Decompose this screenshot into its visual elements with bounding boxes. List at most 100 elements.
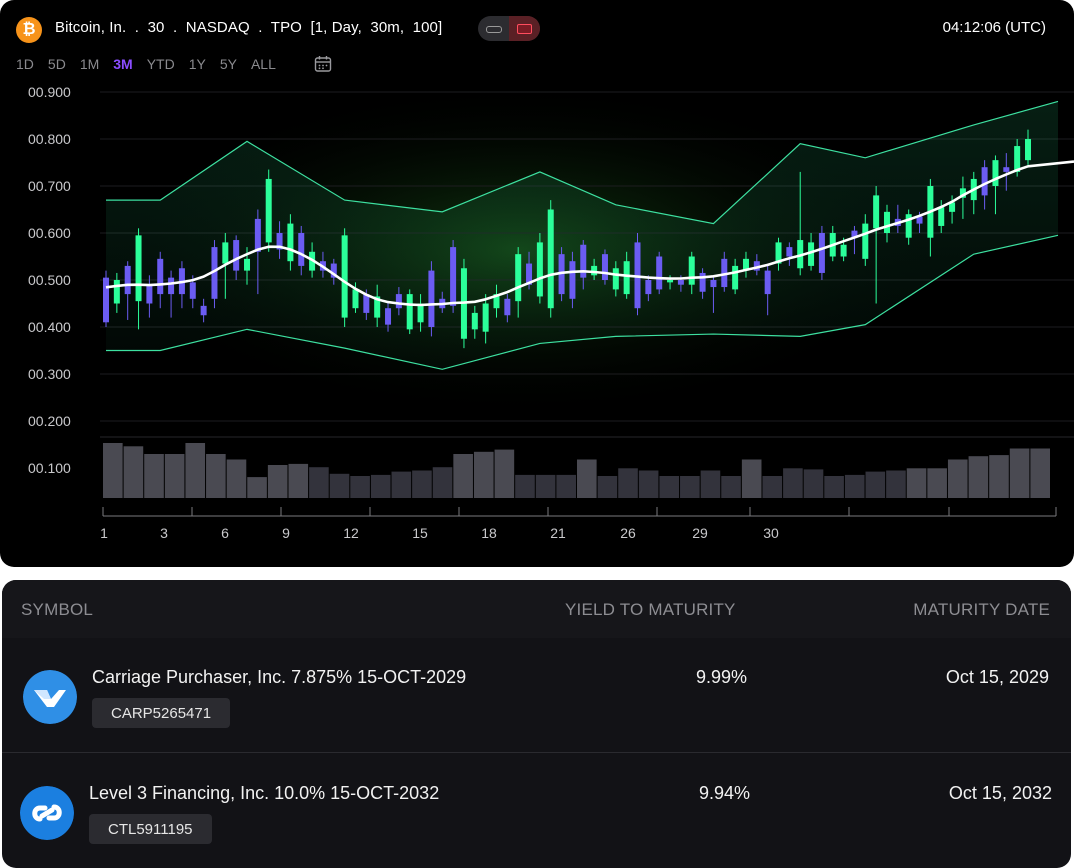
x-tick-label: 15: [412, 525, 428, 541]
x-tick-label: 1: [100, 525, 108, 541]
y-tick-label: 00.600: [28, 225, 71, 241]
chart-panel: 00.900 00.800 00.700 00.600 00.500 00.400 00.3…: [0, 0, 1074, 567]
minimize-icon[interactable]: [478, 16, 509, 41]
volume-bar: [103, 443, 123, 498]
x-tick-label: 30: [763, 525, 779, 541]
range-1y[interactable]: 1Y: [189, 56, 206, 76]
column-symbol[interactable]: SYMBOL: [21, 600, 93, 620]
candle-body: [135, 235, 142, 302]
range-ytd[interactable]: YTD: [147, 56, 175, 76]
candle-body: [569, 261, 576, 299]
table-row[interactable]: Level 3 Financing, Inc. 10.0% 15-OCT-203…: [2, 754, 1071, 868]
price-chart: 00.900 00.800 00.700 00.600 00.500 00.400 00.3…: [28, 80, 1074, 541]
y-tick-label: 00.700: [28, 178, 71, 194]
candle-body: [883, 211, 890, 233]
volume-bar: [865, 471, 886, 498]
bond-name[interactable]: Level 3 Financing, Inc. 10.0% 15-OCT-203…: [89, 783, 439, 804]
volume-bar: [927, 468, 947, 498]
volume-bar: [844, 474, 865, 498]
candle-body: [601, 254, 608, 280]
candle-body: [103, 277, 109, 323]
volume-bar: [1009, 448, 1030, 498]
candle-body: [873, 195, 880, 229]
volume-bar: [783, 468, 803, 498]
candle-body: [786, 247, 793, 257]
volume-bar: [556, 474, 576, 498]
bonds-table: SYMBOL YIELD TO MATURITY MATURITY DATE C…: [2, 580, 1071, 868]
volume-bar: [597, 476, 618, 498]
volume-bar: [638, 470, 659, 498]
volume-bar: [288, 463, 309, 498]
volume-bar: [947, 459, 968, 498]
x-tick-label: 18: [481, 525, 497, 541]
candle-body: [395, 294, 402, 309]
range-1d[interactable]: 1D: [16, 56, 34, 76]
y-tick-label: 00.500: [28, 272, 71, 288]
bond-id-badge: CARP5265471: [92, 698, 231, 728]
candle-body: [667, 280, 674, 283]
volume-bar: [803, 469, 824, 498]
column-yield[interactable]: YIELD TO MATURITY: [565, 600, 736, 620]
maximize-icon[interactable]: [509, 16, 540, 41]
level3-logo-icon: [20, 786, 74, 840]
volume-bar: [432, 467, 453, 498]
candle-body: [547, 209, 554, 309]
range-5d[interactable]: 5D: [48, 56, 66, 76]
calendar-icon[interactable]: [314, 55, 332, 73]
utc-clock: 04:12:06 (UTC): [942, 19, 1046, 36]
range-1m[interactable]: 1M: [80, 56, 99, 76]
x-tick-label: 21: [550, 525, 566, 541]
candle-body: [482, 303, 489, 332]
candle-body: [515, 254, 522, 302]
volume-bar: [309, 467, 329, 498]
candle-body: [157, 258, 164, 295]
candle-body: [471, 312, 478, 330]
candle-body: [146, 284, 153, 304]
volume-bar: [515, 474, 535, 498]
candle-body: [341, 235, 348, 318]
candle-body: [818, 233, 825, 273]
candle-body: [645, 280, 652, 295]
candle-body: [699, 272, 706, 292]
y-tick-label: 00.200: [28, 413, 71, 429]
candle-body: [200, 305, 207, 316]
volume-bar: [267, 465, 288, 498]
candle-body: [992, 160, 999, 186]
volume-bar: [1030, 448, 1050, 498]
candle-body: [298, 233, 305, 266]
volume-bar: [164, 454, 185, 498]
volume-bar: [680, 476, 700, 498]
range-all[interactable]: ALL: [251, 56, 276, 76]
ticker-title: Bitcoin, In. . 30 . NASDAQ . TPO [1, Day…: [55, 19, 443, 36]
volume-bar: [886, 470, 906, 498]
candle-body: [168, 277, 175, 295]
range-5y[interactable]: 5Y: [220, 56, 237, 76]
volume-bar: [391, 471, 412, 498]
chart-mode-toggle[interactable]: [478, 16, 540, 41]
candle-body: [504, 298, 511, 316]
volume-bar: [185, 443, 206, 498]
x-tick-label: 9: [282, 525, 290, 541]
volume-bar: [329, 473, 350, 498]
candle-body: [428, 270, 435, 327]
column-maturity[interactable]: MATURITY DATE: [913, 600, 1050, 620]
candle-body: [862, 223, 869, 259]
table-row[interactable]: Carriage Purchaser, Inc. 7.875% 15-OCT-2…: [2, 638, 1071, 753]
x-tick-label: 26: [620, 525, 636, 541]
maturity-value: Oct 15, 2032: [948, 783, 1052, 803]
candle-body: [385, 308, 392, 325]
candle-body: [222, 242, 229, 264]
volume-bar: [762, 476, 783, 498]
bond-name[interactable]: Carriage Purchaser, Inc. 7.875% 15-OCT-2…: [92, 667, 466, 688]
volume-bar: [721, 476, 741, 498]
range-3m[interactable]: 3M: [113, 56, 132, 76]
volume-bar: [741, 459, 762, 498]
volume-bar: [412, 470, 432, 498]
candle-body: [732, 265, 739, 290]
volume-bar: [206, 454, 226, 498]
volume-bar: [226, 459, 247, 498]
maturity-value: Oct 15, 2029: [945, 667, 1049, 687]
yield-value: 9.99%: [695, 667, 747, 687]
x-tick-label: 6: [221, 525, 229, 541]
volume-bar: [350, 476, 370, 498]
